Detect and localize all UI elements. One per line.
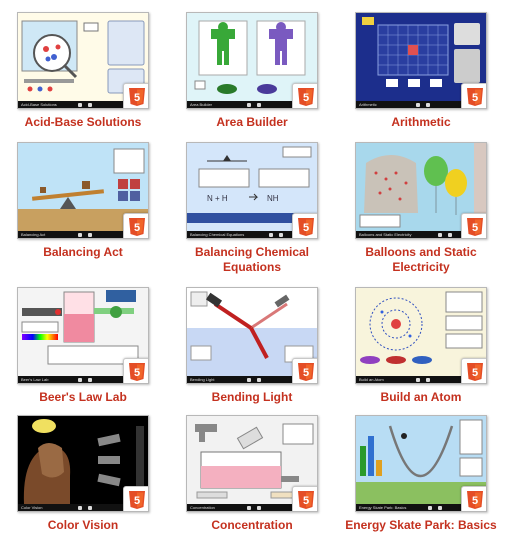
sim-footer-label: Bending Light xyxy=(190,377,215,382)
sim-thumbnail[interactable]: Beer's Law Lab 5 xyxy=(17,287,149,384)
html5-badge: 5 xyxy=(123,358,148,383)
svg-text:5: 5 xyxy=(134,367,140,379)
sim-title[interactable]: Balancing Chemical Equations xyxy=(172,245,332,275)
html5-badge: 5 xyxy=(123,486,148,511)
sim-thumbnail[interactable]: Color Vision 5 xyxy=(17,415,149,512)
html5-icon: 5 xyxy=(129,88,145,106)
html5-icon: 5 xyxy=(129,363,145,381)
sim-thumbnail[interactable]: Bending Light 5 xyxy=(186,287,318,384)
html5-icon: 5 xyxy=(298,218,314,236)
sim-tile-bending-light[interactable]: Bending Light 5 Bending Light xyxy=(172,287,332,405)
html5-icon: 5 xyxy=(298,363,314,381)
sim-thumbnail[interactable]: Area Builder 5 xyxy=(186,12,318,109)
sim-tile-balancing-chemical-equations[interactable]: N + H NH Balancing Chemical Equations 5 … xyxy=(172,142,332,275)
sim-thumbnail[interactable]: N + H NH Balancing Chemical Equations 5 xyxy=(186,142,318,239)
sim-title[interactable]: Beer's Law Lab xyxy=(3,390,163,405)
html5-icon: 5 xyxy=(129,218,145,236)
html5-badge: 5 xyxy=(461,358,486,383)
sim-tile-balloons-and-static-electricity[interactable]: Balloons and Static Electricity 5 Balloo… xyxy=(341,142,501,275)
html5-icon: 5 xyxy=(467,88,483,106)
sim-footer-label: Beer's Law Lab xyxy=(21,377,49,382)
sim-tile-area-builder[interactable]: Area Builder 5 Area Builder xyxy=(172,12,332,130)
sim-title[interactable]: Build an Atom xyxy=(341,390,501,405)
sim-footer-label: Arithmetic xyxy=(359,102,377,107)
sim-title[interactable]: Bending Light xyxy=(172,390,332,405)
html5-badge: 5 xyxy=(461,83,486,108)
html5-icon: 5 xyxy=(467,363,483,381)
sim-grid: Acid-Base Solutions 5 Acid-Base Solution… xyxy=(0,0,506,544)
sim-footer-label: Energy Skate Park: Basics xyxy=(359,505,407,510)
sim-tile-balancing-act[interactable]: Balancing Act 5 Balancing Act xyxy=(3,142,163,260)
sim-footer-label: Color Vision xyxy=(21,505,43,510)
html5-icon: 5 xyxy=(467,491,483,509)
sim-tile-build-an-atom[interactable]: Build an Atom 5 Build an Atom xyxy=(341,287,501,405)
svg-text:5: 5 xyxy=(134,222,140,234)
html5-icon: 5 xyxy=(298,88,314,106)
svg-text:5: 5 xyxy=(134,92,140,104)
svg-text:5: 5 xyxy=(303,495,309,507)
svg-text:5: 5 xyxy=(472,495,478,507)
sim-footer-label: Balancing Act xyxy=(21,232,46,237)
html5-badge: 5 xyxy=(123,83,148,108)
html5-badge: 5 xyxy=(461,486,486,511)
svg-text:5: 5 xyxy=(472,92,478,104)
sim-tile-color-vision[interactable]: Color Vision 5 Color Vision xyxy=(3,415,163,533)
sim-thumbnail[interactable]: Build an Atom 5 xyxy=(355,287,487,384)
svg-text:5: 5 xyxy=(303,222,309,234)
html5-icon: 5 xyxy=(467,218,483,236)
sim-tile-energy-skate-park-basics[interactable]: Energy Skate Park: Basics 5 Energy Skate… xyxy=(341,415,501,533)
sim-footer-label: Acid-Base Solutions xyxy=(21,102,57,107)
sim-footer-label: Concentration xyxy=(190,505,215,510)
sim-thumbnail[interactable]: Energy Skate Park: Basics 5 xyxy=(355,415,487,512)
sim-thumbnail[interactable]: Balancing Act 5 xyxy=(17,142,149,239)
html5-badge: 5 xyxy=(292,486,317,511)
sim-title[interactable]: Concentration xyxy=(172,518,332,533)
sim-title[interactable]: Balloons and Static Electricity xyxy=(341,245,501,275)
html5-badge: 5 xyxy=(461,213,486,238)
html5-badge: 5 xyxy=(123,213,148,238)
svg-text:5: 5 xyxy=(303,92,309,104)
sim-title[interactable]: Acid-Base Solutions xyxy=(3,115,163,130)
html5-badge: 5 xyxy=(292,358,317,383)
sim-tile-arithmetic[interactable]: Arithmetic 5 Arithmetic xyxy=(341,12,501,130)
svg-text:NH: NH xyxy=(267,194,279,203)
sim-thumbnail[interactable]: Concentration 5 xyxy=(186,415,318,512)
sim-tile-beers-law-lab[interactable]: Beer's Law Lab 5 Beer's Law Lab xyxy=(3,287,163,405)
svg-text:5: 5 xyxy=(134,495,140,507)
sim-title[interactable]: Area Builder xyxy=(172,115,332,130)
sim-thumbnail[interactable]: Arithmetic 5 xyxy=(355,12,487,109)
sim-title[interactable]: Color Vision xyxy=(3,518,163,533)
sim-footer-label: Balloons and Static Electricity xyxy=(359,232,412,237)
sim-thumbnail[interactable]: Acid-Base Solutions 5 xyxy=(17,12,149,109)
sim-thumbnail[interactable]: Balloons and Static Electricity 5 xyxy=(355,142,487,239)
html5-badge: 5 xyxy=(292,213,317,238)
svg-text:5: 5 xyxy=(303,367,309,379)
sim-title[interactable]: Arithmetic xyxy=(341,115,501,130)
svg-text:5: 5 xyxy=(472,367,478,379)
sim-title[interactable]: Balancing Act xyxy=(3,245,163,260)
html5-badge: 5 xyxy=(292,83,317,108)
svg-text:5: 5 xyxy=(472,222,478,234)
sim-tile-concentration[interactable]: Concentration 5 Concentration xyxy=(172,415,332,533)
html5-icon: 5 xyxy=(129,491,145,509)
sim-footer-label: Area Builder xyxy=(190,102,213,107)
svg-text:N + H: N + H xyxy=(207,194,228,203)
sim-footer-label: Build an Atom xyxy=(359,377,384,382)
sim-footer-label: Balancing Chemical Equations xyxy=(190,232,245,237)
sim-title[interactable]: Energy Skate Park: Basics xyxy=(341,518,501,533)
sim-tile-acid-base-solutions[interactable]: Acid-Base Solutions 5 Acid-Base Solution… xyxy=(3,12,163,130)
html5-icon: 5 xyxy=(298,491,314,509)
